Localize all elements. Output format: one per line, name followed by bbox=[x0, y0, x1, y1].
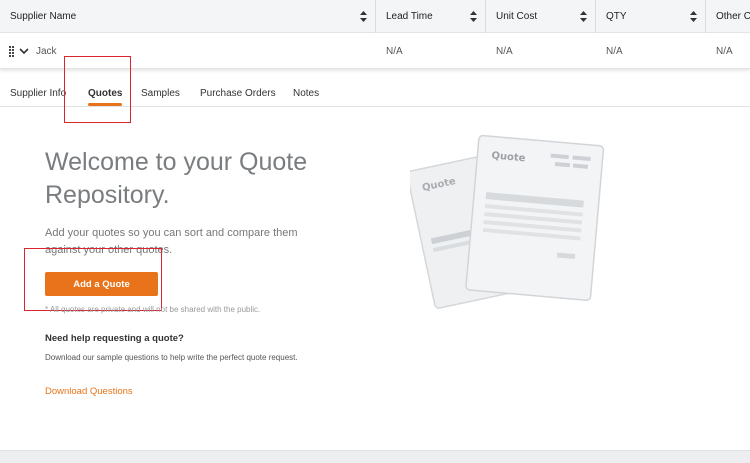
column-header-qty[interactable]: QTY bbox=[596, 0, 706, 33]
download-questions-link[interactable]: Download Questions bbox=[45, 386, 133, 397]
column-header-label: Other C bbox=[716, 11, 750, 22]
other-cost-cell: N/A bbox=[716, 46, 733, 57]
sort-icon[interactable] bbox=[470, 11, 477, 22]
column-header-supplier-name[interactable]: Supplier Name bbox=[0, 0, 376, 33]
column-header-unit-cost[interactable]: Unit Cost bbox=[486, 0, 596, 33]
qty-cell: N/A bbox=[606, 46, 623, 57]
unit-cost-cell: N/A bbox=[496, 46, 513, 57]
column-header-label: Supplier Name bbox=[10, 11, 77, 22]
help-text: Download our sample questions to help wr… bbox=[45, 353, 298, 362]
highlight-box-quotes-tab bbox=[64, 56, 131, 123]
help-heading: Need help requesting a quote? bbox=[45, 333, 184, 344]
tab-samples[interactable]: Samples bbox=[141, 84, 180, 106]
supplier-name-cell[interactable]: Jack bbox=[36, 34, 57, 69]
quote-documents-illustration: Quote Quote bbox=[410, 134, 605, 309]
column-header-label: Lead Time bbox=[386, 11, 433, 22]
sort-icon[interactable] bbox=[580, 11, 587, 22]
tab-purchase-orders[interactable]: Purchase Orders bbox=[200, 84, 276, 106]
drag-handle-icon[interactable] bbox=[9, 46, 14, 57]
column-header-label: QTY bbox=[606, 11, 627, 22]
sort-icon[interactable] bbox=[690, 11, 697, 22]
lead-time-cell: N/A bbox=[386, 46, 403, 57]
footer-bar bbox=[0, 450, 750, 463]
column-header-other[interactable]: Other C bbox=[706, 0, 750, 33]
tab-supplier-info[interactable]: Supplier Info bbox=[10, 84, 66, 106]
highlight-box-add-quote bbox=[24, 248, 162, 311]
tab-notes[interactable]: Notes bbox=[293, 84, 319, 106]
page-title: Welcome to your Quote Repository. bbox=[45, 148, 308, 209]
column-header-lead-time[interactable]: Lead Time bbox=[376, 0, 486, 33]
table-header: Supplier Name Lead Time Unit Cost QTY Ot… bbox=[0, 0, 750, 33]
privacy-note: * All quotes are private and will not be… bbox=[45, 305, 261, 314]
sort-icon[interactable] bbox=[360, 11, 367, 22]
column-header-label: Unit Cost bbox=[496, 11, 538, 22]
chevron-down-icon[interactable] bbox=[19, 48, 29, 55]
